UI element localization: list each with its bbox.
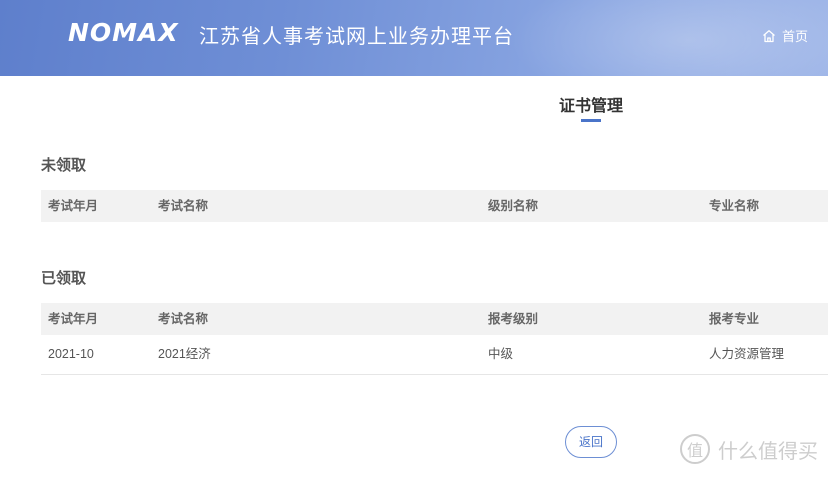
home-icon xyxy=(763,29,775,42)
title-underline xyxy=(581,119,601,122)
unclaimed-table: 考试年月 考试名称 级别名称 专业名称 xyxy=(41,190,828,222)
table-header: 考试年月 考试名称 报考级别 报考专业 xyxy=(41,303,828,335)
platform-title: 江苏省人事考试网上业务办理平台 xyxy=(199,24,514,48)
table-row: 2021-10 2021经济 中级 人力资源管理 xyxy=(41,335,828,375)
column-header: 考试名称 xyxy=(158,311,209,326)
watermark: 值 什么值得买 xyxy=(680,434,818,464)
column-header: 专业名称 xyxy=(709,198,760,213)
header-banner: NOMAX 江苏省人事考试网上业务办理平台 首页 xyxy=(0,0,828,76)
section-title-unclaimed: 未领取 xyxy=(41,156,87,174)
back-button[interactable]: 返回 xyxy=(565,426,617,458)
column-header: 考试年月 xyxy=(48,198,99,213)
column-header: 考试名称 xyxy=(158,198,209,213)
cell-exam-date: 2021-10 xyxy=(48,347,94,361)
column-header: 级别名称 xyxy=(488,198,539,213)
watermark-text: 什么值得买 xyxy=(718,438,818,463)
claimed-table: 考试年月 考试名称 报考级别 报考专业 2021-10 2021经济 中级 人力… xyxy=(41,303,828,375)
cell-specialty: 人力资源管理 xyxy=(709,347,785,361)
page-title: 证书管理 xyxy=(558,96,623,115)
home-link[interactable]: 首页 xyxy=(762,26,808,45)
cell-level: 中级 xyxy=(488,347,514,361)
column-header: 报考级别 xyxy=(488,311,539,326)
cell-exam-name: 2021经济 xyxy=(158,347,211,361)
table-header: 考试年月 考试名称 级别名称 专业名称 xyxy=(41,190,828,222)
home-label: 首页 xyxy=(781,29,808,44)
column-header: 报考专业 xyxy=(709,311,760,326)
column-header: 考试年月 xyxy=(48,311,99,326)
watermark-logo-icon: 值 xyxy=(680,434,710,464)
section-title-claimed: 已领取 xyxy=(41,269,87,287)
site-logo: NOMAX xyxy=(68,18,179,47)
